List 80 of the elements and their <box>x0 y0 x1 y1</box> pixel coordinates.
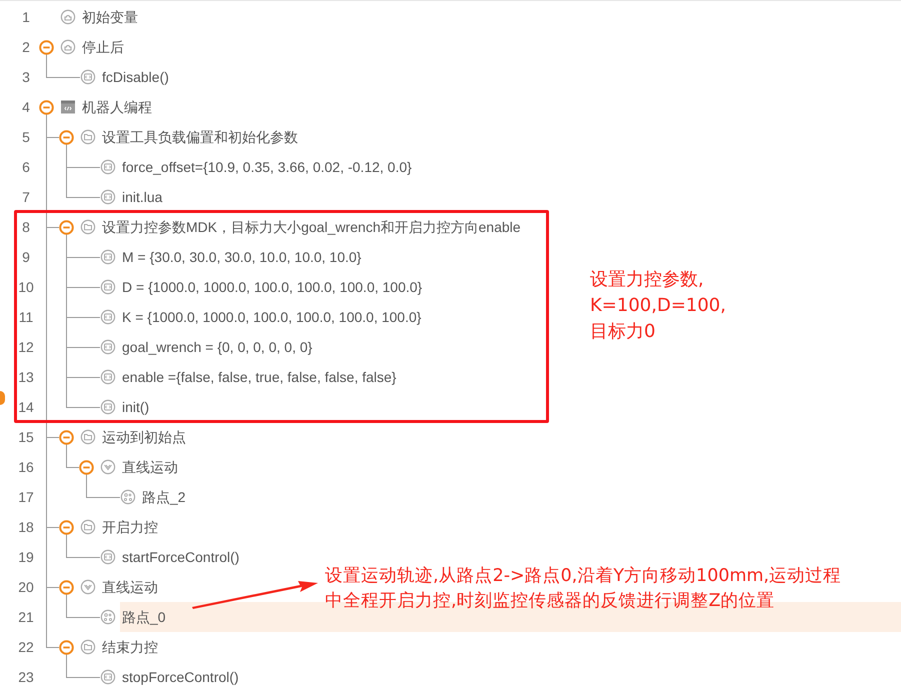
annotation-note: 设置运动轨迹,从路点2->路点0,沿着Y方向移动100mm,运动过程 中全程开启力控,时刻监控传感器的反馈进行调整Z的位置 <box>325 565 842 613</box>
line-number: 15 <box>17 429 35 445</box>
tree-item[interactable]: 运动到初始点 <box>102 422 186 452</box>
line-number: 22 <box>17 639 35 655</box>
line-number: 17 <box>17 489 35 505</box>
tree-item[interactable]: init() <box>122 392 150 422</box>
line-number: 9 <box>21 249 31 265</box>
code-icon <box>100 249 116 265</box>
code-icon <box>100 339 116 355</box>
line-number: 16 <box>17 459 35 475</box>
waypoint-icon <box>100 609 116 625</box>
collapse-icon[interactable] <box>38 40 54 54</box>
tree-item[interactable]: 开启力控 <box>102 512 158 542</box>
collapse-icon[interactable] <box>58 220 74 234</box>
tree-item[interactable]: 结束力控 <box>102 632 158 662</box>
puzzle-icon <box>60 9 76 25</box>
line-number: 1 <box>21 9 31 25</box>
tree-item[interactable]: 停止后 <box>82 32 124 62</box>
line-number: 4 <box>21 99 31 115</box>
tree-item[interactable]: stopForceControl() <box>122 662 239 692</box>
tree-item[interactable]: 直线运动 <box>102 572 158 602</box>
line-number: 12 <box>17 339 35 355</box>
folder-icon <box>80 519 96 535</box>
tree-item[interactable]: fcDisable() <box>102 62 169 92</box>
collapse-icon[interactable] <box>58 130 74 144</box>
line-number: 10 <box>17 279 35 295</box>
tree-item[interactable]: init.lua <box>122 182 162 212</box>
puzzle-icon <box>60 39 76 55</box>
folder-icon <box>80 429 96 445</box>
collapse-icon[interactable] <box>78 460 94 474</box>
line-number: 23 <box>17 669 35 685</box>
code-icon <box>100 309 116 325</box>
code-icon <box>100 279 116 295</box>
line-number: 18 <box>17 519 35 535</box>
annotation-note: 设置力控参数, K=100,D=100, 目标力0 <box>590 268 726 344</box>
edge-marker <box>0 391 5 405</box>
code-icon <box>100 549 116 565</box>
line-number: 7 <box>21 189 31 205</box>
code-window-icon <box>60 99 76 115</box>
folder-icon <box>80 219 96 235</box>
check-circle-icon <box>100 459 116 475</box>
line-number: 11 <box>18 309 34 325</box>
tree-item[interactable]: enable ={false, false, true, false, false, false} <box>122 362 396 392</box>
collapse-icon[interactable] <box>58 580 74 594</box>
line-number: 21 <box>17 609 35 625</box>
tree-item[interactable]: goal_wrench = {0, 0, 0, 0, 0, 0} <box>122 332 312 362</box>
line-number: 6 <box>21 159 31 175</box>
line-number: 19 <box>17 549 35 565</box>
collapse-icon[interactable] <box>58 640 74 654</box>
line-number: 13 <box>17 369 35 385</box>
line-number: 20 <box>17 579 35 595</box>
tree-item[interactable]: M = {30.0, 30.0, 30.0, 10.0, 10.0, 10.0} <box>122 242 362 272</box>
waypoint-icon <box>120 489 136 505</box>
line-number: 5 <box>21 129 31 145</box>
tree-item[interactable]: force_offset={10.9, 0.35, 3.66, 0.02, -0.12, 0.0} <box>122 152 412 182</box>
collapse-icon[interactable] <box>58 430 74 444</box>
line-number: 14 <box>17 399 35 415</box>
code-icon <box>100 189 116 205</box>
collapse-icon[interactable] <box>38 100 54 114</box>
line-number: 3 <box>21 69 31 85</box>
collapse-icon[interactable] <box>58 520 74 534</box>
code-icon <box>100 669 116 685</box>
tree-item[interactable]: 直线运动 <box>122 452 178 482</box>
code-icon <box>100 159 116 175</box>
folder-icon <box>80 639 96 655</box>
tree-item[interactable]: K = {1000.0, 1000.0, 100.0, 100.0, 100.0, 100.0} <box>122 302 422 332</box>
tree-item[interactable]: 路点_2 <box>142 482 186 512</box>
line-number: 8 <box>21 219 31 235</box>
line-number: 2 <box>21 39 31 55</box>
tree-item[interactable]: startForceControl() <box>122 542 240 572</box>
folder-icon <box>80 129 96 145</box>
tree-item[interactable]: 机器人编程 <box>82 92 152 122</box>
check-circle-icon <box>80 579 96 595</box>
code-icon <box>100 369 116 385</box>
tree-item[interactable]: 设置力控参数MDK，目标力大小goal_wrench和开启力控方向enable <box>102 212 521 242</box>
tree-item[interactable]: 初始变量 <box>82 2 138 32</box>
code-icon <box>80 69 96 85</box>
tree-item[interactable]: D = {1000.0, 1000.0, 100.0, 100.0, 100.0, 100.0} <box>122 272 422 302</box>
code-icon <box>100 399 116 415</box>
tree-item[interactable]: 设置工具负载偏置和初始化参数 <box>102 122 298 152</box>
